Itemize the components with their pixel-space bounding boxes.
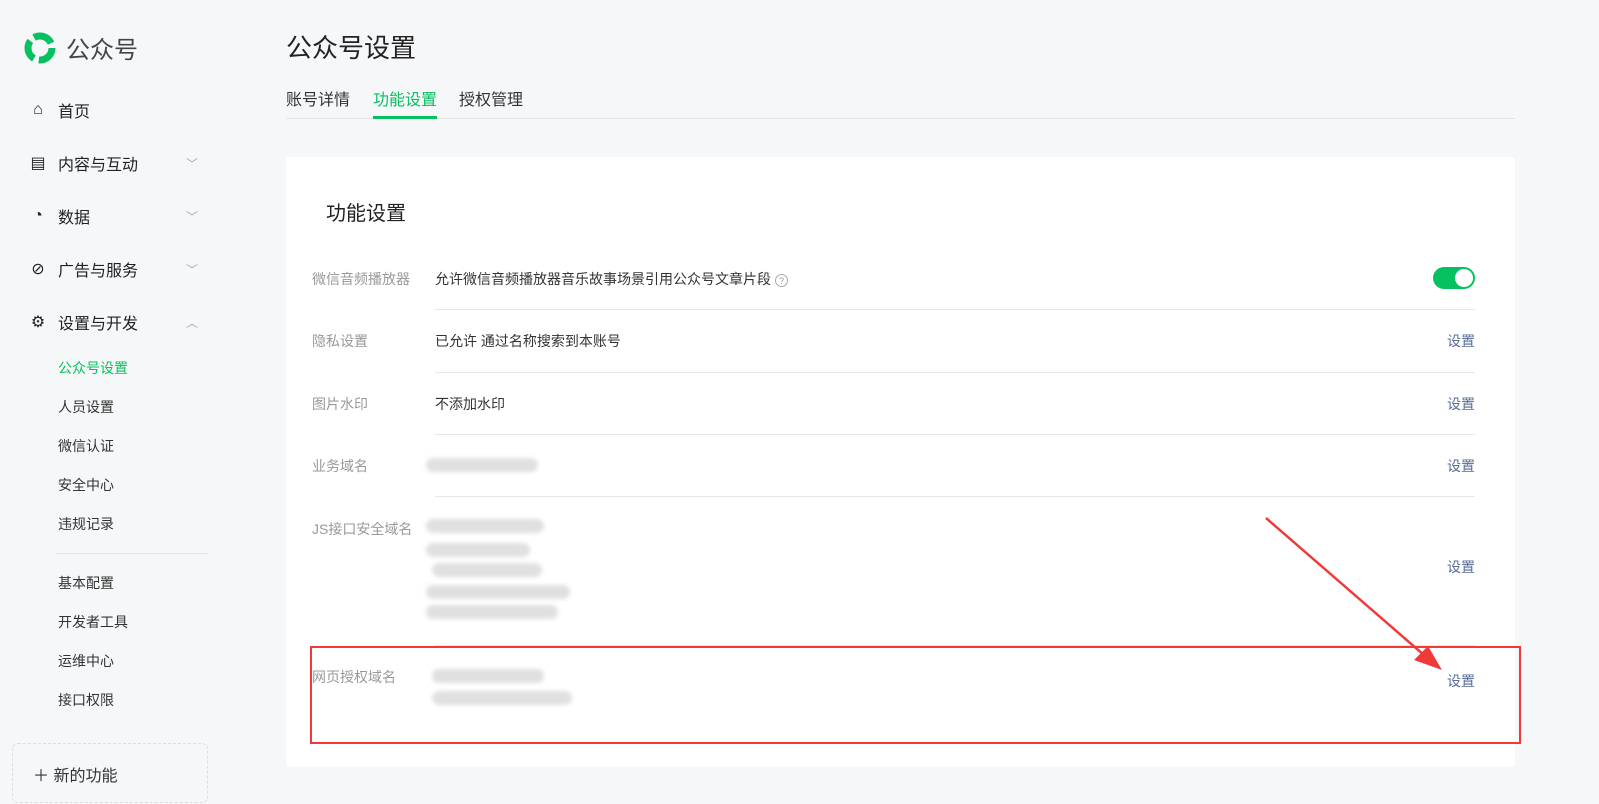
sub-staff[interactable]: 人员设置 (58, 397, 114, 417)
logo-text: 公众号 (66, 37, 138, 64)
sub-api-permissions[interactable]: 接口权限 (58, 690, 114, 710)
chevron-down-icon: ﹀ (185, 262, 198, 277)
privacy-set-link[interactable]: 设置 (1447, 331, 1475, 351)
home-icon: ⌂ (33, 101, 43, 118)
divider (435, 434, 1475, 435)
nav-settings[interactable]: ⚙ 设置与开发 ︿ (28, 310, 198, 334)
redacted-value (426, 543, 530, 557)
nav-data[interactable]: ◔ 数据 ﹀ (28, 204, 198, 228)
help-icon[interactable]: ? (775, 273, 788, 287)
new-feature-label: 新的功能 (53, 768, 118, 785)
nav-label: 设置与开发 (58, 316, 139, 333)
tab-account-details[interactable]: 账号详情 (286, 86, 350, 119)
sub-ops[interactable]: 运维中心 (58, 651, 114, 671)
chevron-down-icon: ﹀ (185, 156, 198, 171)
card-title: 功能设置 (326, 203, 406, 225)
row-value: 不添加水印 (435, 396, 505, 412)
tab-feature-settings[interactable]: 功能设置 (373, 86, 438, 119)
sub-verify[interactable]: 微信认证 (58, 436, 114, 456)
sub-dev-tools[interactable]: 开发者工具 (58, 612, 128, 632)
row-label: 图片水印 (312, 396, 368, 412)
chevron-up-icon: ︿ (185, 315, 198, 330)
pie-chart-icon: ◔ (33, 207, 43, 224)
row-label: JS接口安全域名 (312, 521, 413, 537)
gear-icon: ⚙ (30, 314, 46, 331)
annotation-highlight-box (310, 646, 1521, 744)
row-value: 允许微信音频播放器音乐故事场景引用公众号文章片段? (435, 269, 788, 289)
row-value: 已允许 通过名称搜索到本账号 (435, 333, 621, 349)
sub-account-settings[interactable]: 公众号设置 (58, 358, 128, 378)
new-feature-button[interactable]: ＋ 新的功能 (12, 743, 208, 803)
page-title: 公众号设置 (286, 33, 417, 63)
redacted-value (426, 585, 570, 599)
sub-security[interactable]: 安全中心 (58, 475, 114, 495)
redacted-value (426, 605, 558, 619)
nav-label: 首页 (58, 104, 91, 121)
tab-authorization[interactable]: 授权管理 (459, 86, 523, 119)
value-text: 允许微信音频播放器音乐故事场景引用公众号文章片段 (435, 271, 771, 287)
wechat-logo-icon (24, 32, 56, 63)
audio-player-toggle[interactable] (1433, 267, 1475, 289)
js-domain-set-link[interactable]: 设置 (1447, 557, 1475, 577)
divider (435, 372, 1475, 373)
tabs: 账号详情 功能设置 授权管理 (286, 86, 1515, 119)
plus-icon: ＋ (33, 768, 54, 785)
redacted-value (426, 519, 544, 533)
logo[interactable]: 公众号 (24, 30, 138, 65)
watermark-set-link[interactable]: 设置 (1447, 394, 1475, 414)
row-label: 隐私设置 (312, 333, 368, 349)
row-label: 微信音频播放器 (312, 271, 410, 287)
divider (435, 309, 1475, 310)
redacted-value (432, 563, 542, 577)
compass-icon: ⊘ (31, 261, 45, 278)
chevron-down-icon: ﹀ (185, 209, 198, 224)
nav-home[interactable]: ⌂ 首页 (28, 98, 198, 122)
nav-label: 内容与互动 (58, 157, 139, 174)
redacted-value (426, 458, 538, 472)
sidebar: 公众号 ⌂ 首页 ▤ 内容与互动 ﹀ ◔ 数据 ﹀ ⊘ 广告与服务 ﹀ ⚙ 设置与开发 ︿ 公众号… (0, 0, 240, 804)
divider (56, 553, 208, 554)
sub-basic-config[interactable]: 基本配置 (58, 573, 114, 593)
nav-content[interactable]: ▤ 内容与互动 ﹀ (28, 151, 198, 175)
sub-violations[interactable]: 违规记录 (58, 514, 114, 534)
document-icon: ▤ (30, 155, 46, 172)
divider (435, 496, 1475, 497)
row-label: 业务域名 (312, 458, 368, 474)
nav-label: 广告与服务 (58, 263, 139, 280)
nav-ads[interactable]: ⊘ 广告与服务 ﹀ (28, 257, 198, 281)
business-domain-set-link[interactable]: 设置 (1447, 456, 1475, 476)
nav-label: 数据 (58, 210, 91, 227)
